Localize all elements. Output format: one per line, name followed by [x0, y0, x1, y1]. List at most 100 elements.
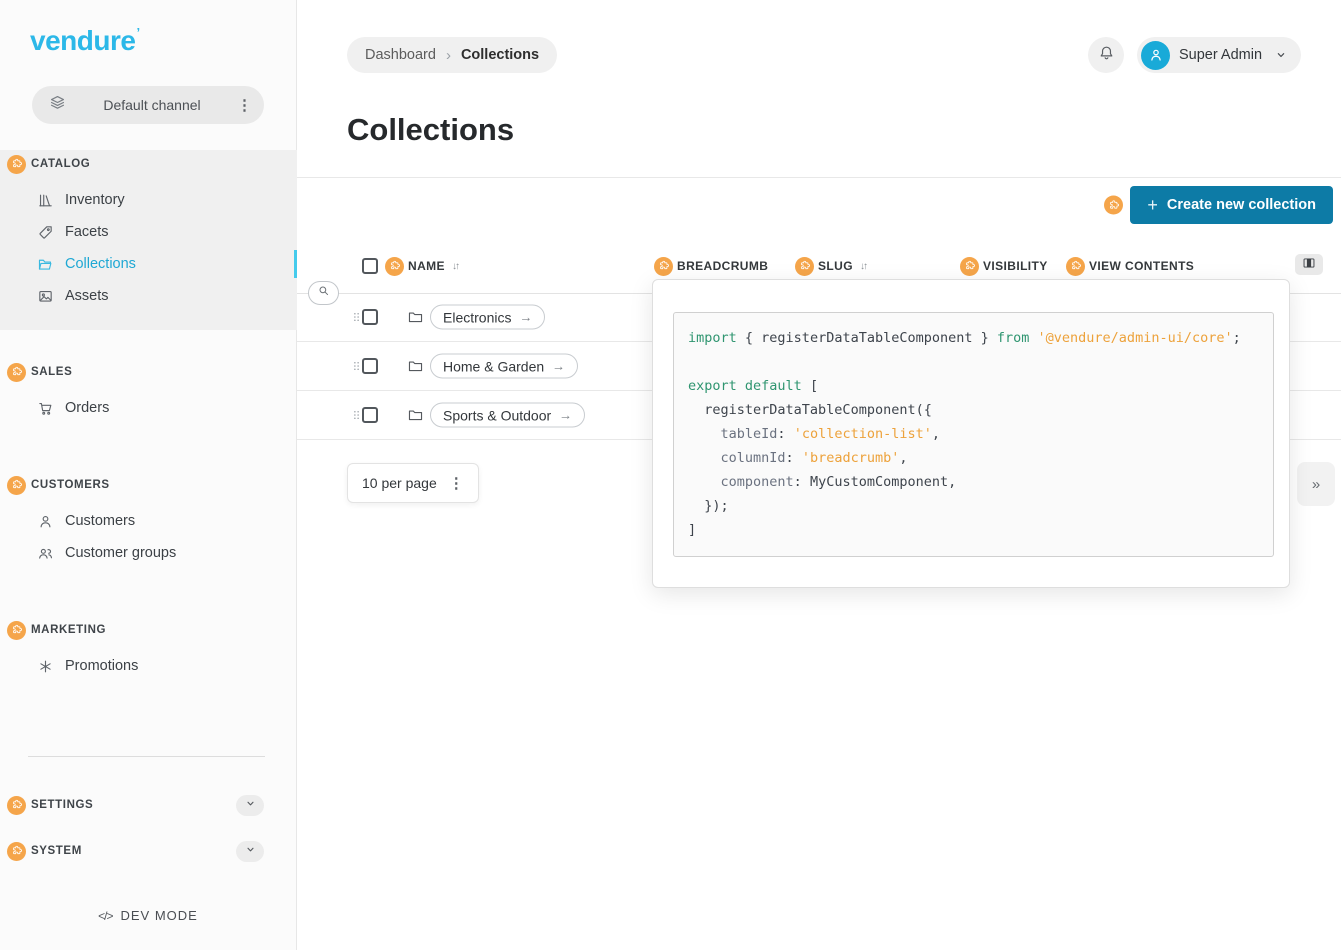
users-icon: [37, 545, 54, 562]
user-menu[interactable]: Super Admin: [1137, 37, 1301, 73]
dev-mode-popover: import { registerDataTableComponent } fr…: [652, 279, 1290, 588]
dev-badge-icon[interactable]: [960, 257, 979, 276]
items-per-page-select[interactable]: 10 per page ⋮: [347, 463, 479, 503]
collection-link-electronics[interactable]: Electronics →: [430, 305, 545, 330]
dev-badge-icon[interactable]: [7, 621, 26, 640]
row-checkbox[interactable]: [362, 407, 378, 423]
user-icon: [37, 513, 54, 530]
chevron-down-icon: [1273, 47, 1289, 63]
nav-section-header-catalog: CATALOG: [0, 150, 297, 178]
arrow-right-icon: →: [559, 408, 572, 423]
dev-badge-icon[interactable]: [1066, 257, 1085, 276]
user-name: Super Admin: [1179, 47, 1264, 63]
code-block: import { registerDataTableComponent } fr…: [688, 326, 1259, 542]
nav-group-marketing: MARKETING Promotions: [0, 616, 297, 682]
sidebar-item-inventory[interactable]: Inventory: [0, 184, 297, 216]
table-header-slug: SLUG ↓↑: [795, 255, 866, 277]
sidebar-item-collections[interactable]: Collections: [0, 248, 297, 280]
breadcrumb: Dashboard › Collections: [347, 37, 557, 73]
sort-icon[interactable]: ↓↑: [452, 261, 458, 272]
row-checkbox[interactable]: [362, 358, 378, 374]
dev-badge-icon[interactable]: [7, 476, 26, 495]
sidebar-item-customers[interactable]: Customers: [0, 505, 297, 537]
tag-icon: [37, 224, 54, 241]
sidebar-item-assets[interactable]: Assets: [0, 280, 297, 312]
channel-selector[interactable]: Default channel ⋮: [32, 86, 264, 124]
nav-section-settings: SETTINGS: [0, 791, 297, 819]
dev-badge-icon[interactable]: [7, 363, 26, 382]
collection-link-sports-outdoor[interactable]: Sports & Outdoor →: [430, 403, 585, 428]
arrow-right-icon: →: [552, 359, 565, 374]
dev-badge-icon[interactable]: [7, 796, 26, 815]
sidebar-item-facets[interactable]: Facets: [0, 216, 297, 248]
channel-kebab-icon[interactable]: ⋮: [237, 98, 252, 113]
folder-icon: [407, 358, 424, 375]
dev-badge-icon[interactable]: [795, 257, 814, 276]
arrow-right-icon: →: [519, 310, 532, 325]
folder-icon: [407, 407, 424, 424]
create-new-collection-button[interactable]: + Create new collection: [1130, 186, 1333, 224]
select-all-checkbox[interactable]: [362, 258, 378, 274]
system-expand-button[interactable]: [236, 841, 264, 862]
vendure-admin-app: vendure’ Default channel ⋮ CATALOG Inven…: [0, 0, 1341, 950]
dev-badge-icon[interactable]: [385, 257, 404, 276]
sidebar-item-label: Facets: [65, 224, 109, 240]
nav-group-catalog: CATALOG Inventory Facets Collections Ass…: [0, 150, 297, 330]
plus-icon: +: [1147, 195, 1158, 216]
bell-icon: [1097, 44, 1116, 66]
sidebar-item-label: Promotions: [65, 658, 138, 674]
table-header-breadcrumb: BREADCRUMB: [654, 255, 768, 277]
code-snippet: import { registerDataTableComponent } fr…: [673, 312, 1274, 557]
nav-section-header-marketing: MARKETING: [0, 616, 297, 644]
sidebar-item-label: Assets: [65, 288, 109, 304]
image-icon: [37, 288, 54, 305]
sidebar-item-label: Customers: [65, 513, 135, 529]
sidebar-item-orders[interactable]: Orders: [0, 392, 297, 424]
promotions-icon: [37, 658, 54, 675]
chevron-down-icon: [243, 796, 258, 814]
dev-badge-icon[interactable]: [7, 842, 26, 861]
channel-label: Default channel: [67, 97, 237, 113]
sidebar-item-label: Inventory: [65, 192, 125, 208]
dev-badge-icon[interactable]: [654, 257, 673, 276]
sidebar-item-label: Customer groups: [65, 545, 176, 561]
breadcrumb-dashboard-link[interactable]: Dashboard: [365, 47, 436, 63]
sidebar-item-customer-groups[interactable]: Customer groups: [0, 537, 297, 569]
sidebar: vendure’ Default channel ⋮ CATALOG Inven…: [0, 0, 297, 950]
nav-section-system: SYSTEM: [0, 837, 297, 865]
vendure-logo[interactable]: vendure’: [30, 25, 140, 57]
folder-icon: [407, 309, 424, 326]
breadcrumb-current: Collections: [461, 47, 539, 63]
sidebar-item-label: Collections: [65, 256, 136, 272]
folder-open-icon: [37, 256, 54, 273]
cart-icon: [37, 400, 54, 417]
nav-section-header-sales: SALES: [0, 358, 297, 386]
notifications-button[interactable]: [1088, 37, 1124, 73]
settings-expand-button[interactable]: [236, 795, 264, 816]
nav-group-customers: CUSTOMERS Customers Customer groups: [0, 471, 297, 569]
inventory-icon: [37, 192, 54, 209]
sidebar-divider: [28, 756, 265, 757]
column-settings-button[interactable]: [1295, 254, 1323, 275]
nav-section-header-customers: CUSTOMERS: [0, 471, 297, 499]
dev-badge-icon[interactable]: [7, 155, 26, 174]
main-content: Dashboard › Collections Super Admin Coll…: [297, 0, 1341, 950]
row-checkbox[interactable]: [362, 309, 378, 325]
breadcrumb-separator-icon: ›: [446, 47, 451, 64]
sort-icon[interactable]: ↓↑: [860, 261, 866, 272]
dev-badge-icon[interactable]: [1104, 196, 1123, 215]
next-page-button[interactable]: »: [1297, 462, 1335, 506]
dev-mode-toggle[interactable]: </> DEV MODE: [0, 908, 296, 923]
sidebar-item-promotions[interactable]: Promotions: [0, 650, 297, 682]
logo-trademark: ’: [136, 25, 139, 40]
avatar: [1141, 41, 1170, 70]
table-header-name: NAME ↓↑: [362, 255, 458, 277]
create-button-wrap: + Create new collection: [1130, 186, 1333, 224]
sidebar-item-label: Orders: [65, 400, 109, 416]
table-header-visibility: VISIBILITY: [960, 255, 1048, 277]
layers-icon: [48, 93, 67, 117]
collection-link-home-garden[interactable]: Home & Garden →: [430, 354, 578, 379]
nav-group-sales: SALES Orders: [0, 358, 297, 424]
divider: [297, 177, 1341, 178]
columns-icon: [1301, 256, 1317, 273]
